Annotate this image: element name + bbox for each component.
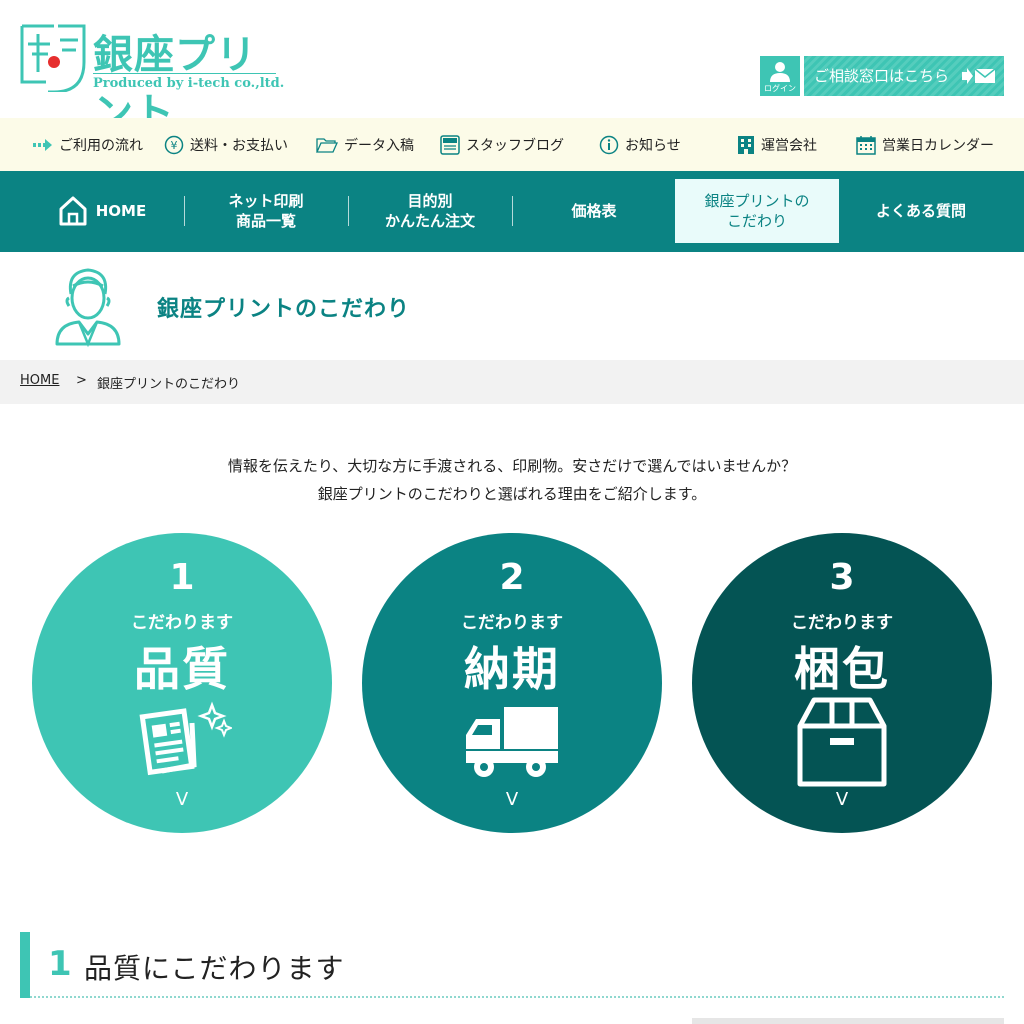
chevron-down-icon: V xyxy=(835,789,849,810)
feature-title: 品質 xyxy=(134,642,230,696)
feature-caption: こだわります xyxy=(791,613,893,633)
feature-number: 1 xyxy=(169,557,195,598)
user-icon xyxy=(770,62,790,82)
chevron-down-icon: V xyxy=(175,789,189,810)
subnav-item-blog[interactable]: スタッフブログ xyxy=(440,118,564,171)
subnav-item-news[interactable]: お知らせ xyxy=(599,118,681,171)
feature-number: 2 xyxy=(499,557,525,598)
svg-text:¥: ¥ xyxy=(171,139,178,152)
feature-circle-packing[interactable]: 3 こだわります 梱包 V xyxy=(692,533,992,833)
feature-circle-quality[interactable]: 1 こだわります 品質 V xyxy=(32,533,332,833)
staff-avatar-icon xyxy=(55,268,121,348)
logo-mark-icon xyxy=(20,24,86,92)
intro-text: 情報を伝えたり、大切な方に手渡される、印刷物。安さだけで選んではいませんか？ 銀… xyxy=(0,452,1024,508)
feature-title: 納期 xyxy=(464,642,560,696)
nav-price-list[interactable]: 価格表 xyxy=(512,179,676,243)
intro-line-2: 銀座プリントのこだわりと選ばれる理由をご紹介します。 xyxy=(317,485,707,503)
nav-faq[interactable]: よくある質問 xyxy=(839,179,1003,243)
subnav-label: 運営会社 xyxy=(761,137,817,154)
page-title: 銀座プリントのこだわり xyxy=(157,297,411,322)
section-number: 1 xyxy=(48,944,72,984)
subnav-label: 送料・お支払い xyxy=(190,137,288,154)
section-divider xyxy=(30,996,1004,998)
breadcrumb-home-link[interactable]: HOME xyxy=(20,373,59,388)
breadcrumb-separator: > xyxy=(76,373,87,388)
yen-icon: ¥ xyxy=(164,135,184,154)
nav-products[interactable]: ネット印刷 商品一覧 xyxy=(184,179,348,243)
building-icon xyxy=(738,135,754,154)
section-accent-bar xyxy=(20,932,30,998)
feature-title: 梱包 xyxy=(794,642,890,696)
calendar-icon xyxy=(856,135,876,155)
site-header: 銀座プリント Produced by i-tech co.,ltd. ログイン … xyxy=(0,0,1024,136)
intro-line-1: 情報を伝えたり、大切な方に手渡される、印刷物。安さだけで選んではいませんか？ xyxy=(227,457,797,475)
subnav-label: 営業日カレンダー xyxy=(882,137,994,154)
main-nav: HOME ネット印刷 商品一覧 目的別 かんたん注文 価格表 銀座プリントの こ… xyxy=(0,171,1024,252)
feature-caption: こだわります xyxy=(461,613,563,633)
logo-subtitle: Produced by i-tech co.,ltd. xyxy=(93,76,285,91)
nav-home[interactable]: HOME xyxy=(20,179,184,243)
box-icon xyxy=(797,697,887,787)
consult-label: ご相談窓口はこちら xyxy=(814,67,950,85)
site-logo[interactable]: 銀座プリント Produced by i-tech co.,ltd. xyxy=(18,18,288,136)
subnav-item-calendar[interactable]: 営業日カレンダー xyxy=(856,118,994,171)
login-button[interactable]: ログイン xyxy=(760,56,800,96)
subnav-item-shipping[interactable]: ¥ 送料・お支払い xyxy=(164,118,288,171)
consult-button[interactable]: ご相談窓口はこちら xyxy=(804,56,1004,96)
arrow-right-icon xyxy=(33,138,52,151)
logo-divider xyxy=(93,73,276,74)
subnav-item-company[interactable]: 運営会社 xyxy=(737,118,817,171)
breadcrumb-current: 銀座プリントのこだわり xyxy=(97,377,241,392)
mail-arrow-icon xyxy=(962,68,996,84)
home-icon xyxy=(59,196,87,226)
nav-purpose-order[interactable]: 目的別 かんたん注文 xyxy=(348,179,512,243)
subnav-label: スタッフブログ xyxy=(466,137,564,154)
subnav-item-data[interactable]: データ入稿 xyxy=(316,118,414,171)
document-sparkle-icon xyxy=(139,701,232,776)
subnav-label: ご利用の流れ xyxy=(59,137,143,154)
subnav-label: お知らせ xyxy=(625,137,681,154)
section-title: 品質にこだわります xyxy=(84,952,345,985)
breadcrumb: HOME > 銀座プリントのこだわり xyxy=(0,360,1024,404)
chevron-down-icon: V xyxy=(505,789,519,810)
content-image-edge xyxy=(692,1018,1004,1024)
section-heading: 1 品質にこだわります xyxy=(20,932,1004,998)
feature-caption: こだわります xyxy=(131,613,233,633)
subnav-item-flow[interactable]: ご利用の流れ xyxy=(33,118,143,171)
nav-kodawari[interactable]: 銀座プリントの こだわり xyxy=(675,179,839,243)
info-icon xyxy=(599,135,619,154)
page-title-area: 銀座プリントのこだわり xyxy=(0,252,1024,360)
subnav-label: データ入稿 xyxy=(344,137,414,154)
feature-number: 3 xyxy=(829,557,855,598)
folder-icon xyxy=(316,137,338,153)
truck-icon xyxy=(466,707,558,777)
blog-icon xyxy=(440,134,460,155)
feature-circle-delivery[interactable]: 2 こだわります 納期 V xyxy=(362,533,662,833)
utility-nav: ご利用の流れ ¥ 送料・お支払い データ入稿 スタッフブログ お知らせ 運営会社… xyxy=(0,118,1024,171)
nav-label: HOME xyxy=(95,202,147,220)
login-label: ログイン xyxy=(764,84,796,93)
